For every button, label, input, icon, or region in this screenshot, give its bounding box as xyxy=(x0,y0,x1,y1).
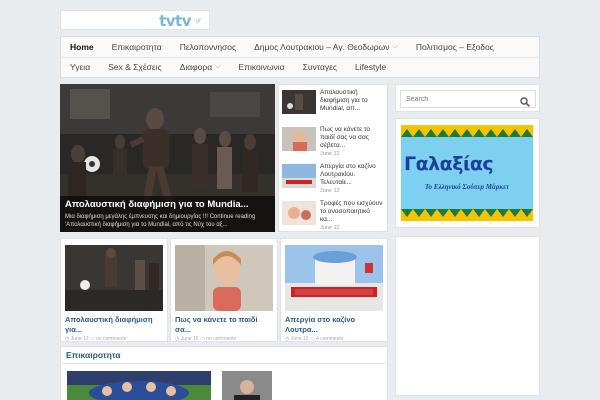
galaxias-banner-ad[interactable]: Γαλαξίας Το Ελληνικό Σούπερ Μάρκετ xyxy=(401,125,533,221)
post-card-comments[interactable]: 4 comments xyxy=(316,336,343,342)
nav-item-row1-4[interactable]: Πολιτισμος – Εξοδος xyxy=(407,37,503,57)
chevron-down-icon: ⌵ xyxy=(215,63,221,70)
chevron-down-icon: ⌵ xyxy=(392,43,398,50)
nav-item-row1-0[interactable]: Home xyxy=(61,37,103,57)
slider-item-title[interactable]: Πως να κάνετε το παιδί σας να σας σέβετα… xyxy=(320,126,384,150)
logo-suffix: .gr xyxy=(193,18,201,24)
nav-item-row2-3[interactable]: Επικοινωνια xyxy=(229,57,293,77)
nav-item-row2-4[interactable]: Συνταγες xyxy=(294,57,346,77)
post-card-meta: ◷ June 12 ▭ no comments xyxy=(65,336,126,342)
slider-item-title[interactable]: Τροφές που εισχύουν το ανοσοποιητικό κα.… xyxy=(320,200,384,224)
nav-item-row1-1[interactable]: Επικαιροτητα xyxy=(103,37,171,57)
nav-item-label: Επικοινωνια xyxy=(238,62,285,72)
post-card-comments[interactable]: no comments xyxy=(206,336,236,342)
search-icon[interactable] xyxy=(520,94,530,112)
slider-item-title[interactable]: Απεργία στο καζίνο Λουτρακίου. Τελευταίε… xyxy=(320,163,384,187)
nav-item-label: Συνταγες xyxy=(302,62,338,72)
nav-item-label: Πολιτισμος – Εξοδος xyxy=(415,42,494,52)
slider-thumb xyxy=(282,90,316,114)
nav-item-row2-5[interactable]: Lifestyle xyxy=(346,57,395,77)
post-card-title[interactable]: Απολαυστική διαφήμιση για... xyxy=(65,315,165,335)
nav-item-row1-2[interactable]: Πελοποννησος xyxy=(171,37,245,57)
section-divider xyxy=(61,363,387,364)
slider-item-title[interactable]: Απολαυστική διαφήμιση για το Mundial, απ… xyxy=(320,89,384,113)
search-input[interactable] xyxy=(400,90,536,108)
slider-list-item[interactable]: Τροφές που εισχύουν το ανοσοποιητικό κα.… xyxy=(282,198,386,234)
post-card[interactable]: Πως να κάνετε το παιδί σα... ◷ June 12 ▭… xyxy=(170,238,278,342)
post-card-title[interactable]: Πως να κάνετε το παιδί σα... xyxy=(175,315,275,335)
nav-item-label: Lifestyle xyxy=(355,62,387,72)
nav-row-primary: Home Επικαιροτητα Πελοποννησος Δημος Λουτρα… xyxy=(61,37,503,57)
section-post-image[interactable] xyxy=(222,371,272,400)
featured-title[interactable]: Απολαυστική διαφήμιση για το Mundia... xyxy=(65,199,270,210)
search-widget xyxy=(395,84,540,112)
nav-item-row2-1[interactable]: Sex & Σχέσεις xyxy=(99,57,171,77)
nav-item-label: Sex & Σχέσεις xyxy=(108,62,162,72)
post-card-date: June 12 xyxy=(180,336,199,342)
nav-item-label: Επικαιροτητα xyxy=(111,42,162,52)
nav-item-label: Πελοποννησος xyxy=(179,42,237,52)
slider-item-date: June 12 xyxy=(320,151,340,157)
nav-item-row2-2[interactable]: Διαφορα ⌵ xyxy=(171,57,230,77)
nav-item-label: Home xyxy=(70,42,94,52)
ad-tagline: Το Ελληνικό Σούπερ Μάρκετ xyxy=(424,183,510,191)
nav-item-label: Δημος Λουτρακιου – Αγ. Θεοδωρων xyxy=(254,42,390,52)
nav-item-row1-3[interactable]: Δημος Λουτρακιου – Αγ. Θεοδωρων ⌵ xyxy=(245,37,407,57)
nav-item-label: Διαφορα xyxy=(179,62,213,72)
post-card[interactable]: Απολαυστική διαφήμιση για... ◷ June 12 ▭… xyxy=(60,238,168,342)
nav-item-row2-0[interactable]: Υγεια xyxy=(61,57,99,77)
slider-thumbnail-list: Απολαυστική διαφήμιση για το Mundial, απ… xyxy=(278,84,388,232)
section-title[interactable]: Επικαιροτητα xyxy=(66,350,121,360)
featured-slider[interactable]: Απολαυστική διαφήμιση για το Mundia... Μ… xyxy=(60,84,275,232)
slider-list-item[interactable]: Απεργία στο καζίνο Λουτρακίου. Τελευταίε… xyxy=(282,161,386,197)
sidebar-empty-widget xyxy=(395,236,540,396)
sidebar-ad-widget: Γαλαξίας Το Ελληνικό Σούπερ Μάρκετ xyxy=(395,118,540,228)
ad-brand-name: Γαλαξίας xyxy=(404,153,494,175)
post-card-meta: ◷ June 12 ▭ 4 comments xyxy=(285,336,343,342)
post-card-date: June 12 xyxy=(290,336,309,342)
slider-thumb xyxy=(282,127,316,151)
main-navigation: Home Επικαιροτητα Πελοποννησος Δημος Λουτρα… xyxy=(60,36,540,78)
slider-list-item[interactable]: Απολαυστική διαφήμιση για το Mundial, απ… xyxy=(282,87,386,123)
post-card-meta: ◷ June 12 ▭ no comments xyxy=(175,336,236,342)
post-card-image[interactable] xyxy=(175,245,273,311)
post-card-comments[interactable]: no comments xyxy=(96,336,126,342)
post-card[interactable]: Απεργία στο καζίνο Λουτρα... ◷ June 12 ▭… xyxy=(280,238,388,342)
post-card-date: June 12 xyxy=(70,336,89,342)
slider-list-item[interactable]: Πως να κάνετε το παιδί σας να σας σέβετα… xyxy=(282,124,386,160)
slider-item-date: June 12 xyxy=(320,225,340,231)
slider-thumb xyxy=(282,201,316,225)
section-post-image[interactable] xyxy=(67,371,211,400)
post-card-image[interactable] xyxy=(65,245,163,311)
featured-caption: Απολαυστική διαφήμιση για το Mundia... Μ… xyxy=(60,196,275,232)
category-section: Επικαιροτητα xyxy=(60,346,388,400)
featured-description: Μια διαφήμιση μεγάλης έμπνευσης και δημι… xyxy=(65,214,256,228)
slider-thumb xyxy=(282,164,316,188)
nav-row-secondary: Υγεια Sex & Σχέσεις Διαφορα ⌵ Επικοινωνια Συν… xyxy=(61,57,395,77)
logo-text: tvtv xyxy=(159,12,191,30)
site-logo[interactable]: tvtv .gr xyxy=(60,10,210,30)
post-card-title[interactable]: Απεργία στο καζίνο Λουτρα... xyxy=(285,315,385,335)
slider-item-date: June 12 xyxy=(320,188,340,194)
post-card-image[interactable] xyxy=(285,245,383,311)
nav-item-label: Υγεια xyxy=(70,62,91,72)
